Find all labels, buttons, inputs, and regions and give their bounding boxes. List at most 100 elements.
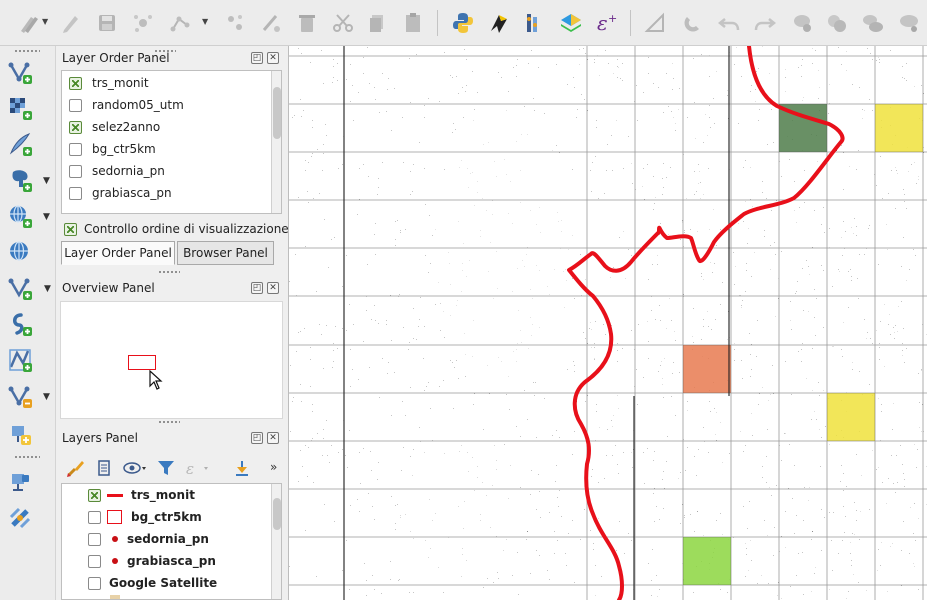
vertex-tool-icon[interactable]: [166, 8, 196, 38]
close-icon[interactable]: ✕: [267, 52, 279, 64]
close-icon[interactable]: ✕: [267, 282, 279, 294]
filter-icon[interactable]: [156, 458, 176, 478]
point-symbol-icon: [112, 536, 118, 542]
measure-angle-icon[interactable]: [640, 8, 670, 38]
float-panel-icon[interactable]: ◰: [251, 282, 263, 294]
list-item[interactable]: trs_monit: [62, 72, 281, 94]
list-item[interactable]: random05_utm: [62, 94, 281, 116]
grid-cell-light-green[interactable]: [683, 537, 731, 585]
list-item[interactable]: trs_monit: [62, 484, 281, 506]
snapping-magnet-icon[interactable]: [678, 8, 708, 38]
add-ring-icon[interactable]: [858, 8, 888, 38]
layer-checkbox[interactable]: [88, 510, 101, 524]
grid-cell-yellow[interactable]: [875, 104, 923, 152]
copy-icon[interactable]: [362, 8, 392, 38]
delete-icon[interactable]: [292, 8, 322, 38]
layer-checkbox[interactable]: [69, 98, 82, 112]
processing-toolbox-icon[interactable]: [484, 8, 514, 38]
list-item[interactable]: sedornia_pn: [62, 528, 281, 550]
layer-checkbox[interactable]: [88, 576, 101, 590]
add-wms-layer-icon[interactable]: [6, 202, 34, 230]
layer-checkbox[interactable]: [69, 142, 82, 156]
display-order-checkbox[interactable]: [64, 222, 77, 236]
style-brush-icon[interactable]: [66, 458, 86, 478]
layer-order-scrollbar[interactable]: [271, 71, 281, 213]
list-item[interactable]: selez2anno: [62, 116, 281, 138]
list-item[interactable]: bg_ctr5km: [62, 138, 281, 160]
add-postgis-layer-icon[interactable]: [6, 166, 34, 194]
layer-name: grabiasca_pn: [92, 186, 172, 200]
layer-checkbox[interactable]: [88, 554, 101, 568]
list-item[interactable]: grabiasca_pn: [62, 550, 281, 572]
close-icon[interactable]: ✕: [267, 432, 279, 444]
chevron-down-icon[interactable]: ▼: [43, 392, 50, 402]
list-item[interactable]: sedornia_pn: [62, 160, 281, 182]
expression-icon[interactable]: ε +: [592, 8, 622, 38]
add-geonode-layer-icon[interactable]: [6, 420, 34, 448]
add-virtual-layer-icon[interactable]: [6, 274, 34, 302]
layer-checkbox[interactable]: [69, 76, 82, 90]
fill-ring-icon[interactable]: [894, 8, 924, 38]
add-delimited-text-layer-icon[interactable]: [6, 130, 34, 158]
display-order-control[interactable]: Controllo ordine di visualizzazione: [64, 218, 289, 240]
add-spatialite-layer-icon[interactable]: [6, 310, 34, 338]
chevron-down-icon[interactable]: ▼: [44, 284, 51, 294]
chevron-down-icon[interactable]: ▼: [202, 18, 210, 26]
list-item[interactable]: Google Satellite: [62, 572, 281, 594]
tab-browser-panel[interactable]: Browser Panel: [177, 241, 274, 265]
layer-checkbox[interactable]: [88, 488, 101, 502]
svg-text:ε: ε: [186, 460, 194, 478]
grid-cell-orange[interactable]: [683, 345, 731, 393]
add-group-icon[interactable]: [94, 458, 114, 478]
overview-extent-rectangle[interactable]: [128, 355, 156, 370]
new-shapefile-layer-icon[interactable]: [6, 382, 34, 410]
list-item[interactable]: grabiasca_pn: [62, 182, 281, 204]
more-tools-icon[interactable]: »: [270, 460, 277, 474]
save-layer-edits-icon[interactable]: [92, 8, 122, 38]
point-symbol-icon: [112, 558, 118, 564]
layer-checkbox[interactable]: [88, 532, 101, 546]
expand-all-icon[interactable]: [232, 458, 252, 478]
edit-pencils-icon[interactable]: [14, 8, 44, 38]
layer-name: sedornia_pn: [127, 532, 209, 546]
node-tool-icon[interactable]: [256, 8, 286, 38]
move-feature-icon[interactable]: [220, 8, 250, 38]
layer-stack-icon[interactable]: [556, 8, 586, 38]
eye-visibility-icon[interactable]: [122, 458, 148, 478]
simplify-feature-icon[interactable]: [822, 8, 852, 38]
float-panel-icon[interactable]: ◰: [251, 432, 263, 444]
overview-map[interactable]: [60, 301, 283, 419]
layer-checkbox[interactable]: [69, 120, 82, 134]
qgis-window: ▼ ▼ ε + ▼ ▼ ▼ Layer Order Panel ◰ ✕ trs_…: [0, 0, 927, 600]
map-canvas[interactable]: [288, 46, 927, 600]
attribute-table-icon[interactable]: [518, 8, 548, 38]
add-wfs-layer-icon[interactable]: [6, 238, 34, 266]
rotate-feature-icon[interactable]: [788, 8, 818, 38]
python-icon[interactable]: [448, 8, 478, 38]
layer-checkbox[interactable]: [69, 186, 82, 200]
filter-expression-icon[interactable]: ε: [184, 458, 210, 478]
layer-name: Google Satellite: [109, 576, 218, 590]
chevron-down-icon[interactable]: ▼: [43, 176, 50, 186]
float-panel-icon[interactable]: ◰: [251, 52, 263, 64]
redo-icon[interactable]: [750, 8, 780, 38]
undo-icon[interactable]: [714, 8, 744, 38]
add-point-icon[interactable]: [128, 8, 158, 38]
layer-checkbox[interactable]: [69, 164, 82, 178]
chevron-down-icon[interactable]: ▼: [43, 212, 50, 222]
tab-layer-order-panel[interactable]: Layer Order Panel: [61, 241, 175, 265]
chevron-down-icon[interactable]: ▼: [42, 18, 50, 26]
cut-icon[interactable]: [328, 8, 358, 38]
add-vector-layer-icon[interactable]: [6, 58, 34, 86]
paste-icon[interactable]: [398, 8, 428, 38]
pencil-icon[interactable]: [56, 8, 86, 38]
gps-tools-icon[interactable]: [6, 504, 34, 532]
list-item[interactable]: bg_ctr5km: [62, 506, 281, 528]
layers-scrollbar[interactable]: [271, 484, 281, 599]
map-rendering[interactable]: [289, 46, 927, 600]
add-raster-layer-icon[interactable]: [6, 94, 34, 122]
add-mssql-layer-icon[interactable]: [6, 346, 34, 374]
grid-cell-yellow[interactable]: [827, 393, 875, 441]
layers-panel-title: Layers Panel: [62, 431, 138, 445]
add-wcs-layer-icon[interactable]: [6, 468, 34, 496]
